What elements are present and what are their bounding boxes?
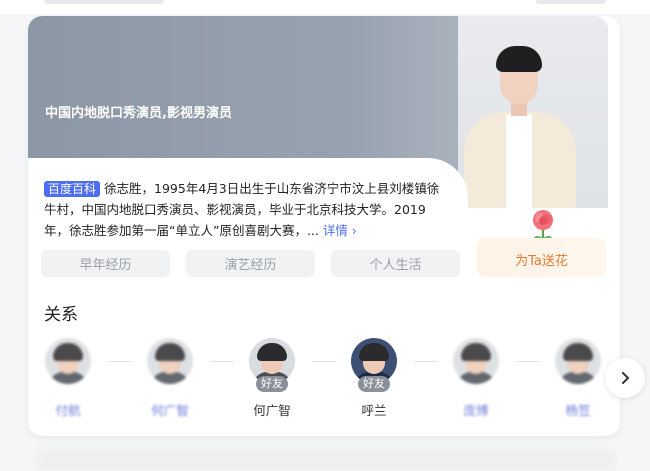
relations-list: 付航 何广智 好友 何广智 好友 呼兰 庞博 杨笠 <box>44 338 604 428</box>
relation-name: 何广智 <box>151 403 189 418</box>
connector-line <box>108 361 132 362</box>
relation-item[interactable]: 付航 <box>38 338 98 419</box>
relation-item[interactable]: 何广智 <box>140 338 200 419</box>
next-relations-button[interactable] <box>605 358 645 398</box>
summary-text: 徐志胜，1995年4月3日出生于山东省济宁市汶上县刘楼镇徐牛村，中国内地脱口秀演… <box>44 181 440 238</box>
friend-badge: 好友 <box>256 376 288 392</box>
avatar <box>555 338 601 384</box>
relation-name: 庞博 <box>463 403 489 418</box>
portrait-image[interactable] <box>458 16 608 208</box>
relation-name: 付航 <box>55 403 81 418</box>
topic-tags: 早年经历 演艺经历 个人生活 <box>41 250 460 277</box>
chevron-right-icon <box>622 372 629 384</box>
hero-tagline: 中国内地脱口秀演员,影视男演员 <box>45 106 232 121</box>
connector-line <box>516 361 540 362</box>
friend-badge: 好友 <box>358 376 390 392</box>
summary-paragraph: 百度百科 徐志胜，1995年4月3日出生于山东省济宁市汶上县刘楼镇徐牛村，中国内地… <box>44 178 444 241</box>
tag-early-life[interactable]: 早年经历 <box>41 250 170 277</box>
top-strip <box>0 0 650 14</box>
cut-off-text <box>44 0 164 4</box>
tag-personal-life[interactable]: 个人生活 <box>331 250 460 277</box>
relation-name: 杨笠 <box>565 403 591 418</box>
connector-line <box>210 361 234 362</box>
send-flower-button[interactable]: 为Ta送花 <box>477 238 606 277</box>
knowledge-card: 中国内地脱口秀演员,影视男演员 百度百科 徐志胜，1995年4月3日出生于山东省济… <box>28 16 620 436</box>
relation-item[interactable]: 好友 呼兰 <box>344 338 404 419</box>
more-link[interactable]: 详情 › <box>323 223 357 238</box>
send-flower-label: 为Ta送花 <box>515 254 568 269</box>
connector-line <box>414 361 438 362</box>
avatar <box>45 338 91 384</box>
relation-name: 何广智 <box>253 403 291 418</box>
avatar <box>147 338 193 384</box>
relation-name: 呼兰 <box>361 403 387 418</box>
baike-badge: 百度百科 <box>44 181 101 197</box>
relation-item[interactable]: 庞博 <box>446 338 506 419</box>
avatar <box>453 338 499 384</box>
relation-item[interactable]: 杨笠 <box>548 338 608 419</box>
relation-item[interactable]: 好友 何广智 <box>242 338 302 419</box>
relations-title: 关系 <box>44 305 78 325</box>
cut-off-content <box>36 448 616 471</box>
tag-career[interactable]: 演艺经历 <box>186 250 315 277</box>
cut-off-text <box>536 0 606 4</box>
connector-line <box>312 361 336 362</box>
